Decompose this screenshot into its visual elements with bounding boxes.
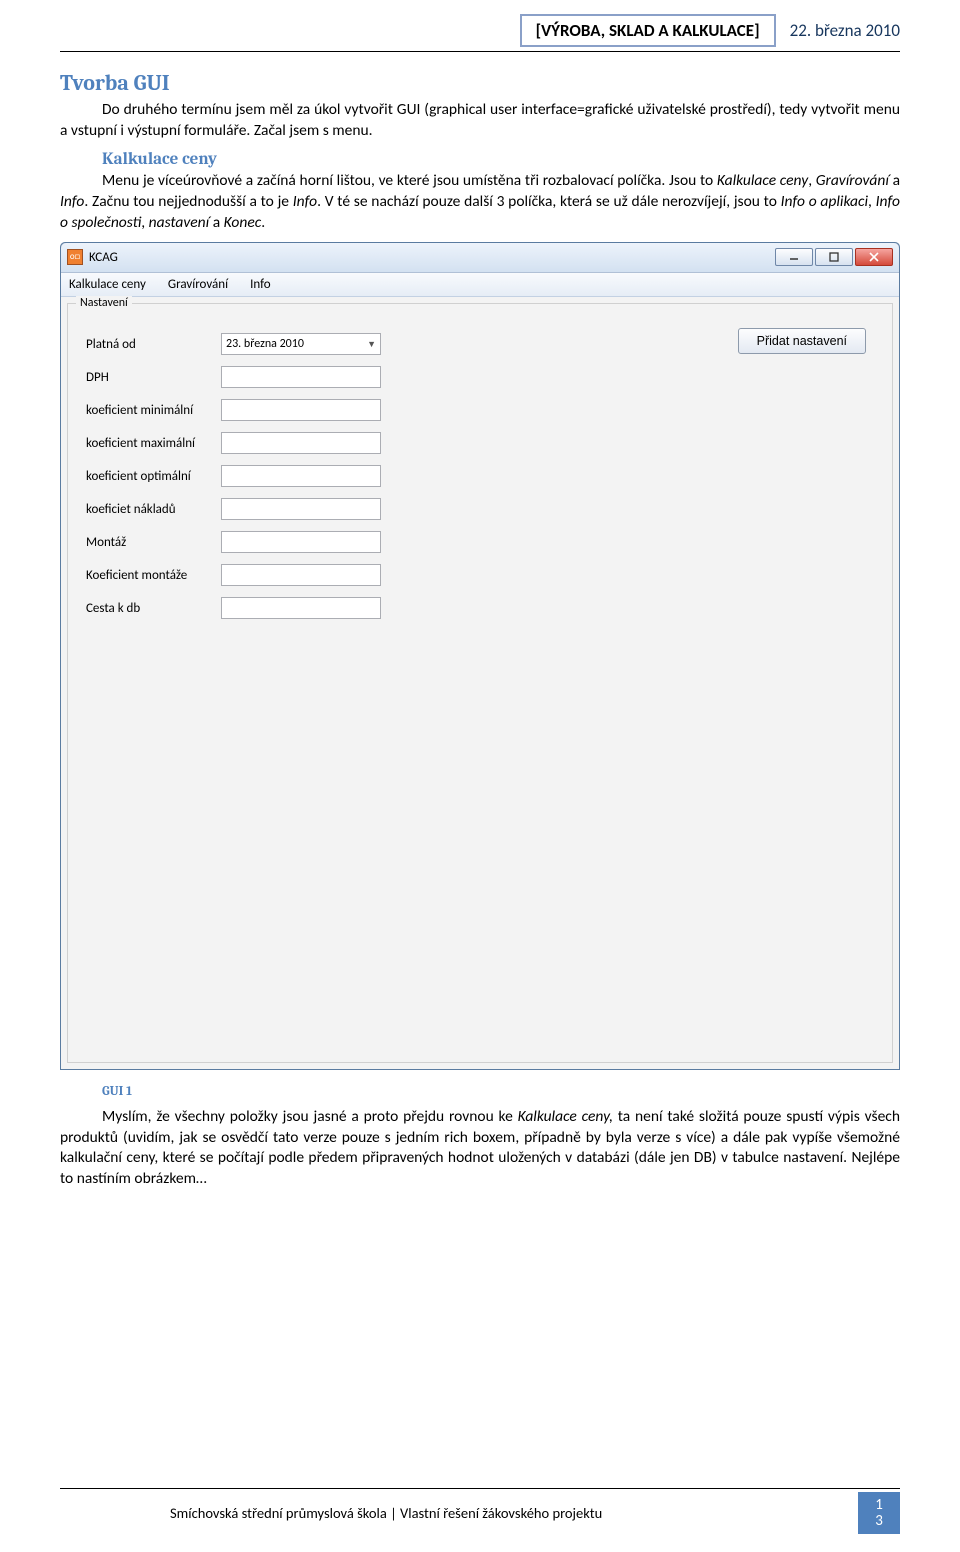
input-cesta-db[interactable] bbox=[221, 597, 381, 619]
input-koef-opt[interactable] bbox=[221, 465, 381, 487]
label-cesta-db: Cesta k db bbox=[86, 601, 221, 616]
label-dph: DPH bbox=[86, 370, 221, 385]
menu-item-info[interactable]: Info bbox=[250, 277, 271, 292]
row-montaz: Montáž bbox=[86, 526, 874, 559]
label-platna-od: Platná od bbox=[86, 337, 221, 352]
menu-bar: Kalkulace ceny Gravírování Info bbox=[61, 273, 899, 297]
header-rule bbox=[60, 51, 900, 52]
row-dph: DPH bbox=[86, 361, 874, 394]
label-koef-max: koeficient maximální bbox=[86, 436, 221, 451]
label-koef-nakl: koeficiet nákladů bbox=[86, 502, 221, 517]
input-koef-max[interactable] bbox=[221, 432, 381, 454]
page-footer: Smíchovská střední průmyslová škola | Vl… bbox=[60, 1488, 900, 1534]
label-koef-min: koeficient minimální bbox=[86, 403, 221, 418]
row-koef-montaze: Koeficient montáže bbox=[86, 559, 874, 592]
close-button[interactable] bbox=[855, 248, 893, 266]
footer-rule bbox=[60, 1488, 900, 1489]
minimize-button[interactable] bbox=[775, 248, 813, 266]
menu-item-kalkulace[interactable]: Kalkulace ceny bbox=[69, 277, 146, 292]
header-date: 22. března 2010 bbox=[790, 20, 900, 41]
close-icon bbox=[869, 252, 879, 262]
paragraph-2: Menu je víceúrovňové a začíná horní lišt… bbox=[60, 171, 900, 234]
header-title-box: [VÝROBA, SKLAD A KALKULACE] bbox=[520, 14, 776, 47]
settings-panel: Nastavení Přidat nastavení Platná od 23.… bbox=[67, 303, 893, 1063]
page-number-1: 1 bbox=[875, 1497, 883, 1514]
menu-item-gravirovani[interactable]: Gravírování bbox=[168, 277, 228, 292]
heading-kalkulace-ceny: Kalkulace ceny bbox=[102, 150, 900, 169]
footer-text: Smíchovská střední průmyslová škola | Vl… bbox=[170, 1504, 858, 1522]
label-koef-opt: koeficient optimální bbox=[86, 469, 221, 484]
page-header: [VÝROBA, SKLAD A KALKULACE] 22. března 2… bbox=[60, 14, 900, 47]
row-koef-min: koeficient minimální bbox=[86, 394, 874, 427]
heading-tvorba-gui: Tvorba GUI bbox=[60, 70, 900, 96]
input-koef-min[interactable] bbox=[221, 399, 381, 421]
chevron-down-icon: ▼ bbox=[367, 339, 376, 350]
label-koef-montaze: Koeficient montáže bbox=[86, 568, 221, 583]
maximize-button[interactable] bbox=[815, 248, 853, 266]
input-koef-montaze[interactable] bbox=[221, 564, 381, 586]
minimize-icon bbox=[789, 252, 799, 262]
page-number-box: 1 3 bbox=[858, 1492, 900, 1534]
row-koef-opt: koeficient optimální bbox=[86, 460, 874, 493]
input-dph[interactable] bbox=[221, 366, 381, 388]
title-bar[interactable]: o□ KCAG bbox=[61, 243, 899, 273]
figure-caption: GUI 1 bbox=[102, 1084, 900, 1099]
page-number-2: 3 bbox=[875, 1513, 883, 1530]
input-montaz[interactable] bbox=[221, 531, 381, 553]
app-icon: o□ bbox=[67, 249, 83, 265]
client-area: Nastavení Přidat nastavení Platná od 23.… bbox=[61, 297, 899, 1069]
add-settings-button[interactable]: Přidat nastavení bbox=[738, 328, 866, 354]
paragraph-3: Myslím, že všechny položky jsou jasné a … bbox=[60, 1107, 900, 1191]
gui-screenshot: o□ KCAG Kalkulace ceny Gravírování bbox=[60, 242, 900, 1070]
window-frame: o□ KCAG Kalkulace ceny Gravírování bbox=[60, 242, 900, 1070]
row-koef-nakl: koeficiet nákladů bbox=[86, 493, 874, 526]
date-picker-platna-od[interactable]: 23. března 2010 ▼ bbox=[221, 333, 381, 355]
date-value: 23. března 2010 bbox=[226, 337, 304, 351]
input-koef-nakl[interactable] bbox=[221, 498, 381, 520]
row-cesta-db: Cesta k db bbox=[86, 592, 874, 625]
paragraph-1: Do druhého termínu jsem měl za úkol vytv… bbox=[60, 100, 900, 142]
panel-title: Nastavení bbox=[76, 296, 132, 310]
maximize-icon bbox=[829, 252, 839, 262]
window-title: KCAG bbox=[89, 250, 118, 265]
row-koef-max: koeficient maximální bbox=[86, 427, 874, 460]
label-montaz: Montáž bbox=[86, 535, 221, 550]
